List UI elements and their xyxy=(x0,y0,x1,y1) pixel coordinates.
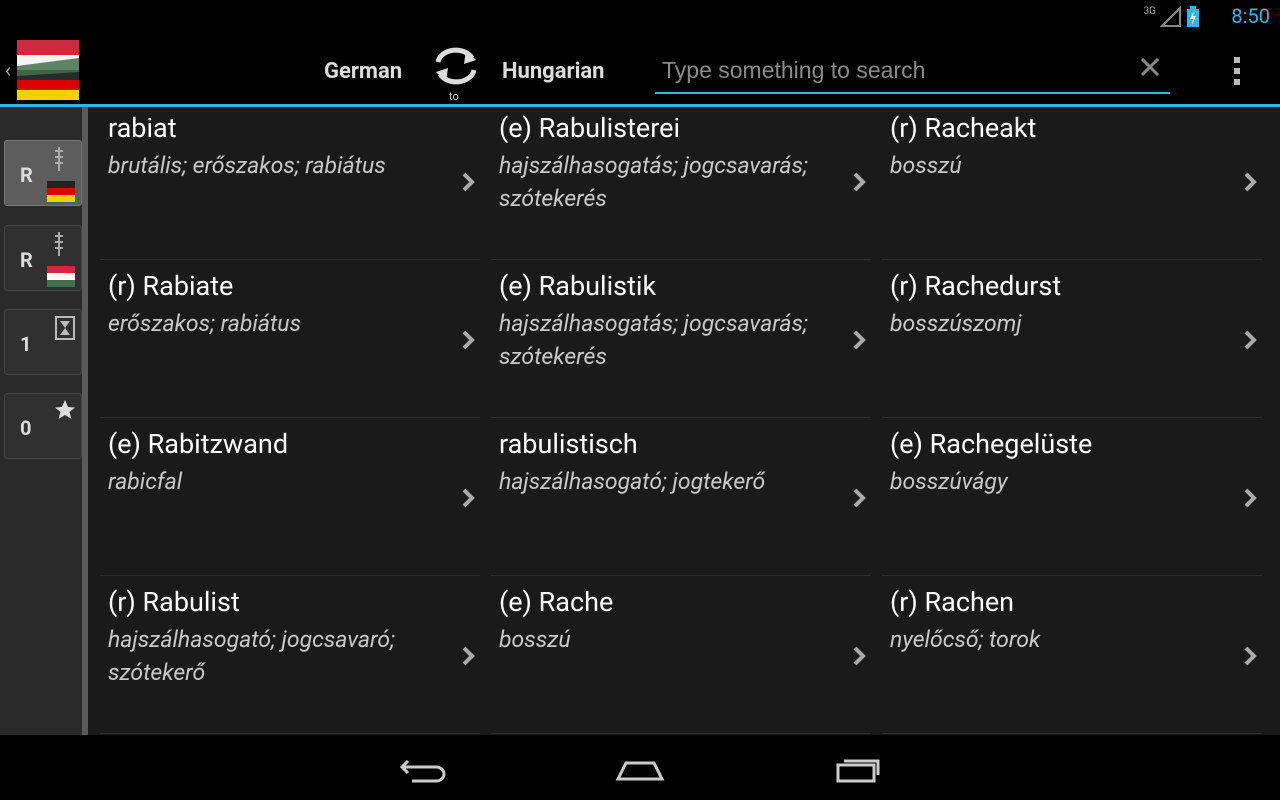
list-item[interactable]: (e) Rabulisterei hajszálhasogatás; jogcs… xyxy=(479,107,866,263)
results-list: rabiat brutális; erőszakos; rabiátus (e)… xyxy=(88,107,1280,735)
source-language-button[interactable]: German xyxy=(324,59,402,84)
back-icon[interactable] xyxy=(394,751,454,787)
entry-headword: (r) Rabiate xyxy=(108,270,234,302)
entry-headword: (e) Rabitzwand xyxy=(108,428,289,460)
entry-headword: (e) Rache xyxy=(499,586,614,618)
navigation-bar xyxy=(0,735,1280,800)
chevron-right-icon xyxy=(1244,646,1257,666)
history-icon xyxy=(55,316,75,340)
overflow-menu-icon[interactable] xyxy=(1228,55,1246,87)
list-item[interactable]: (r) Rabiate erőszakos; rabiátus xyxy=(88,265,475,421)
chevron-right-icon xyxy=(1244,330,1257,350)
list-item[interactable]: rabulistisch hajszálhasogató; jogtekerő xyxy=(479,423,866,579)
entry-translation: rabicfal xyxy=(108,468,183,495)
sidebar-tab-hungarian-index[interactable]: R xyxy=(4,225,82,291)
entry-headword: (e) Rachegelüste xyxy=(890,428,1093,460)
star-icon xyxy=(55,400,75,419)
clear-search-icon[interactable] xyxy=(1138,55,1162,79)
recent-apps-icon[interactable] xyxy=(828,751,888,787)
entry-headword: rabulistisch xyxy=(499,428,638,460)
search-box xyxy=(655,50,1170,94)
entry-headword: (r) Rachen xyxy=(890,586,1015,618)
entry-headword: (e) Rabulistik xyxy=(499,270,657,302)
entry-translation: hajszálhasogatás; jogcsavarás; szótekeré… xyxy=(499,152,808,212)
entry-translation: bosszúvágy xyxy=(890,468,1008,495)
sidebar-tab-label: R xyxy=(20,248,33,272)
chevron-right-icon xyxy=(853,330,866,350)
list-item[interactable]: (r) Rachen nyelőcső; torok xyxy=(870,581,1257,737)
list-item[interactable]: (r) Rachedurst bosszúszomj xyxy=(870,265,1257,421)
entry-translation: nyelőcső; torok xyxy=(890,626,1041,653)
battery-charging-icon xyxy=(1187,6,1199,27)
entry-headword: (r) Rabulist xyxy=(108,586,240,618)
sidebar-tab-german-index[interactable]: R xyxy=(4,140,82,206)
entry-translation: hajszálhasogató; jogcsavaró; szótekerő xyxy=(108,626,395,686)
entry-translation: hajszálhasogatás; jogcsavarás; szótekeré… xyxy=(499,310,808,370)
target-language-button[interactable]: Hungarian xyxy=(502,59,605,84)
chevron-right-icon xyxy=(462,646,475,666)
up-caret-icon[interactable]: ‹ xyxy=(5,58,11,82)
sidebar-tab-label: 1 xyxy=(20,332,32,356)
list-item[interactable]: rabiat brutális; erőszakos; rabiátus xyxy=(88,107,475,263)
swap-icon xyxy=(435,47,477,85)
entry-headword: rabiat xyxy=(108,112,177,144)
status-bar: 3G 8:50 xyxy=(0,0,1280,34)
entry-translation: bosszú xyxy=(499,626,571,653)
entry-translation: hajszálhasogató; jogtekerő xyxy=(499,468,766,495)
sidebar-tab-favorites[interactable]: 0 xyxy=(4,393,82,459)
chevron-right-icon xyxy=(853,646,866,666)
entry-headword: (r) Rachedurst xyxy=(890,270,1062,302)
entry-translation: bosszú xyxy=(890,152,962,179)
swap-to-label: to xyxy=(449,90,459,103)
sidebar-tab-label: R xyxy=(20,163,33,187)
entry-translation: erőszakos; rabiátus xyxy=(108,310,302,337)
chevron-right-icon xyxy=(1244,488,1257,508)
sidebar-tab-history[interactable]: 1 xyxy=(4,309,82,375)
list-item[interactable]: (e) Rachegelüste bosszúvágy xyxy=(870,423,1257,579)
chevron-right-icon xyxy=(462,488,475,508)
hungarian-flag-index-icon xyxy=(47,232,75,287)
chevron-right-icon xyxy=(853,488,866,508)
signal-icon xyxy=(1160,6,1181,27)
entry-headword: (e) Rabulisterei xyxy=(499,112,681,144)
list-item[interactable]: (r) Rabulist hajszálhasogató; jogcsavaró… xyxy=(88,581,475,737)
search-input[interactable] xyxy=(660,56,1124,85)
entry-translation: bosszúszomj xyxy=(890,310,1022,337)
swap-languages-button[interactable] xyxy=(430,40,482,92)
sidebar: R R 1 0 xyxy=(0,107,88,735)
chevron-right-icon xyxy=(462,172,475,192)
network-type-label: 3G xyxy=(1143,5,1156,17)
clock: 8:50 xyxy=(1231,4,1270,28)
chevron-right-icon xyxy=(1244,172,1257,192)
sidebar-tab-label: 0 xyxy=(20,416,32,440)
chevron-right-icon xyxy=(462,330,475,350)
german-flag-index-icon xyxy=(47,147,75,202)
list-item[interactable]: (e) Rache bosszú xyxy=(479,581,866,737)
home-icon[interactable] xyxy=(610,751,670,787)
chevron-right-icon xyxy=(853,172,866,192)
entry-translation: brutális; erőszakos; rabiátus xyxy=(108,152,386,179)
list-item[interactable]: (e) Rabulistik hajszálhasogatás; jogcsav… xyxy=(479,265,866,421)
list-item[interactable]: (e) Rabitzwand rabicfal xyxy=(88,423,475,579)
entry-headword: (r) Racheakt xyxy=(890,112,1037,144)
list-item[interactable]: (r) Racheakt bosszú xyxy=(870,107,1257,263)
app-logo-flags-icon[interactable] xyxy=(17,40,79,100)
status-icons: 3G xyxy=(1144,6,1200,28)
